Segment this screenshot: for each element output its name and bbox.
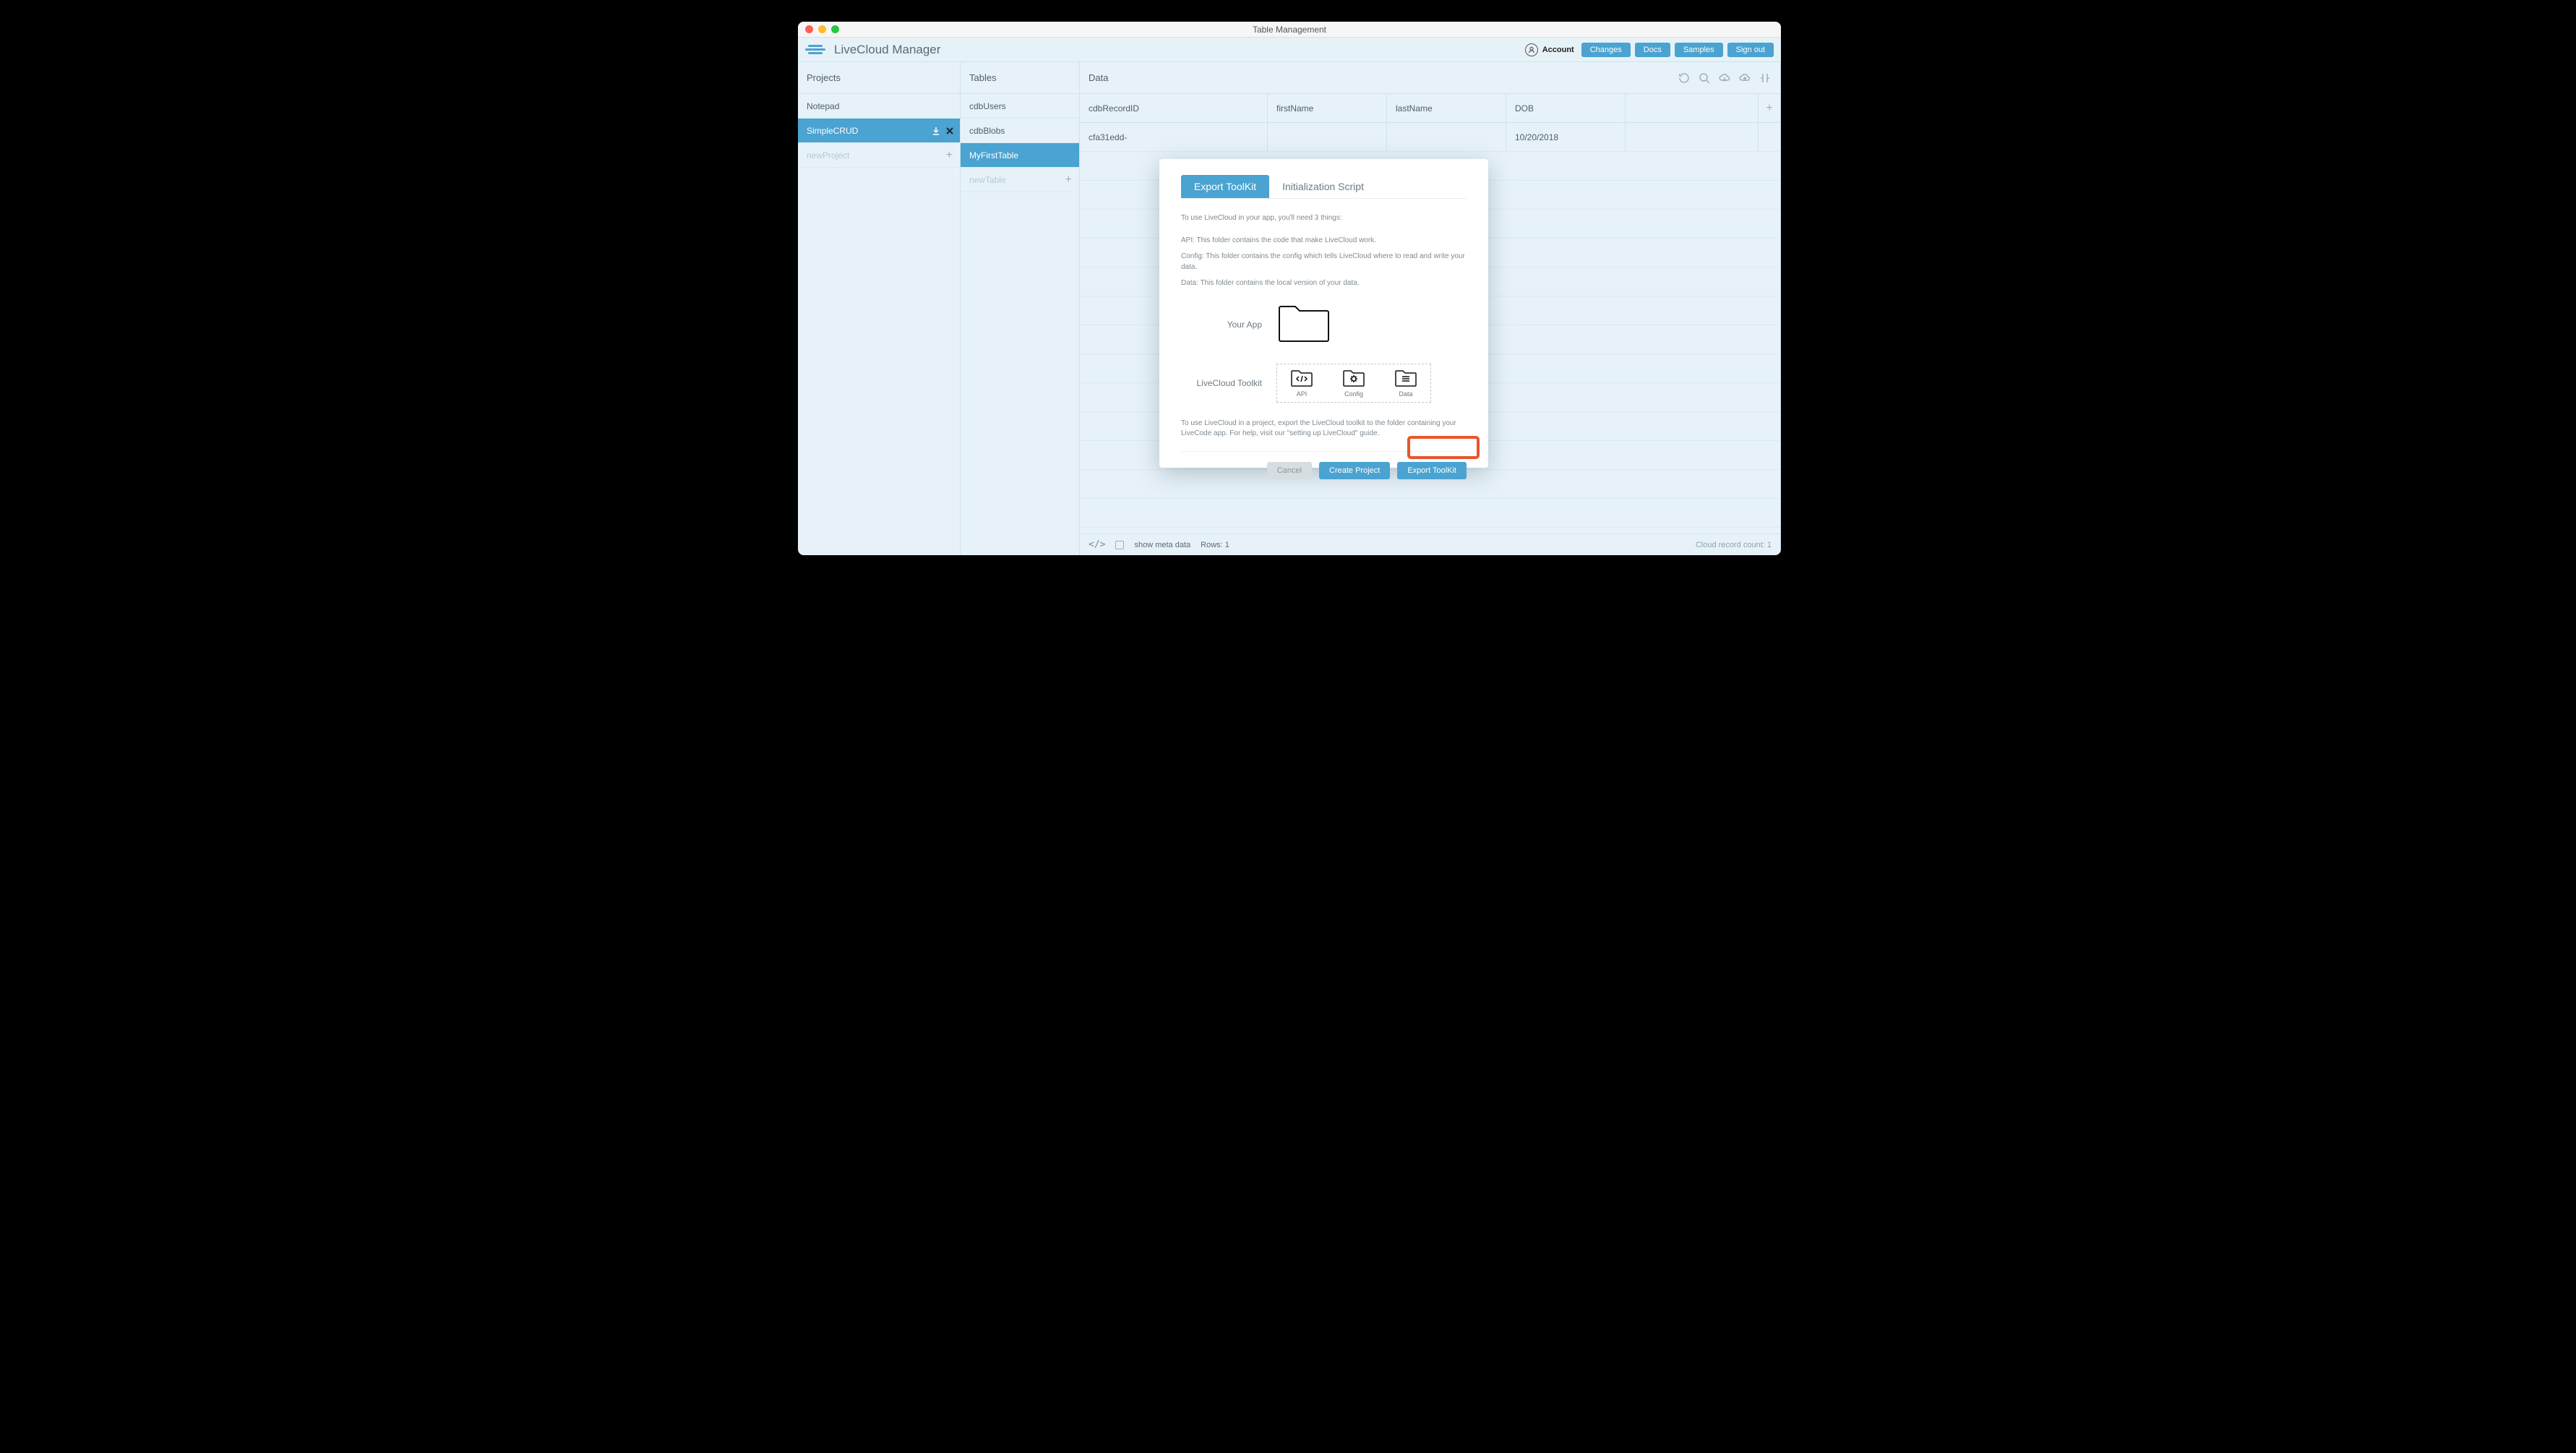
projects-column: Projects Notepad SimpleCRUD newProject +: [798, 62, 961, 555]
cloud-download-icon[interactable]: [1718, 72, 1731, 85]
tables-column: Tables cdbUsers cdbBlobs MyFirstTable newTa…: [961, 62, 1080, 555]
table-cell[interactable]: cfa31edd-: [1080, 123, 1268, 151]
signout-button[interactable]: Sign out: [1727, 43, 1774, 57]
table-row[interactable]: cfa31edd- 10/20/2018: [1080, 123, 1780, 152]
toolkit-label: LiveCloud Toolkit: [1181, 378, 1262, 388]
account-label[interactable]: Account: [1542, 46, 1574, 54]
diagram-toolkit: LiveCloud Toolkit API Config: [1181, 364, 1467, 403]
tables-header: Tables: [961, 62, 1079, 94]
project-item-label: Notepad: [807, 101, 839, 111]
rows-count: Rows: 1: [1201, 541, 1229, 549]
toolkit-data: Data: [1391, 369, 1420, 398]
export-toolkit-button[interactable]: Export ToolKit: [1397, 462, 1467, 479]
data-header-label: Data: [1089, 72, 1108, 83]
download-icon[interactable]: [931, 126, 941, 136]
projects-header: Projects: [798, 62, 960, 94]
logo-icon: [805, 43, 827, 56]
columns-icon[interactable]: [1759, 72, 1772, 85]
modal-line-data: Data: This folder contains the local ver…: [1181, 278, 1467, 289]
close-icon[interactable]: [945, 127, 954, 135]
add-table-icon[interactable]: +: [1065, 173, 1072, 187]
add-column-icon[interactable]: +: [1759, 94, 1780, 122]
modal-tabs: Export ToolKit Initialization Script: [1181, 175, 1467, 199]
samples-button[interactable]: Samples: [1675, 43, 1723, 57]
column-header[interactable]: cdbRecordID: [1080, 94, 1268, 122]
tables-list: cdbUsers cdbBlobs MyFirstTable newTable +: [961, 94, 1079, 555]
modal-intro-text: To use LiveCloud in your app, you'll nee…: [1181, 213, 1467, 224]
diagram-your-app: Your App: [1181, 302, 1467, 348]
cancel-button[interactable]: Cancel: [1267, 462, 1312, 479]
table-item-label: MyFirstTable: [969, 150, 1018, 160]
tab-initialization-script[interactable]: Initialization Script: [1269, 175, 1377, 198]
data-footer: </> show meta data Rows: 1 Cloud record …: [1080, 533, 1780, 555]
grid-header-row: cdbRecordIDfirstNamelastNameDOB +: [1080, 94, 1780, 123]
table-item-label: cdbUsers: [969, 101, 1006, 111]
your-app-label: Your App: [1181, 320, 1262, 330]
column-header[interactable]: DOB: [1506, 94, 1626, 122]
toolkit-box: API Config Data: [1276, 364, 1431, 403]
export-toolkit-modal: Export ToolKit Initialization Script To …: [1159, 159, 1488, 468]
project-item-label: newProject: [807, 150, 849, 160]
highlight-ring: [1407, 436, 1480, 459]
config-folder-icon: [1342, 369, 1365, 387]
project-item[interactable]: newProject +: [798, 143, 960, 168]
add-project-icon[interactable]: +: [946, 149, 953, 162]
toolkit-api: API: [1287, 369, 1316, 398]
table-cell[interactable]: 10/20/2018: [1506, 123, 1626, 151]
window-title: Table Management: [798, 25, 1781, 35]
table-cell[interactable]: [1387, 123, 1506, 151]
cloud-upload-icon[interactable]: [1738, 72, 1751, 85]
create-project-button[interactable]: Create Project: [1319, 462, 1390, 479]
toolkit-api-label: API: [1297, 390, 1308, 398]
data-header: Data: [1080, 62, 1780, 94]
titlebar: Table Management: [798, 22, 1781, 38]
project-item[interactable]: Notepad: [798, 94, 960, 119]
api-folder-icon: [1290, 369, 1313, 387]
table-cell[interactable]: [1268, 123, 1387, 151]
tab-export-toolkit[interactable]: Export ToolKit: [1181, 175, 1269, 198]
folder-icon: [1276, 302, 1331, 348]
show-meta-checkbox[interactable]: [1115, 541, 1124, 549]
toolkit-data-label: Data: [1399, 390, 1412, 398]
column-header[interactable]: lastName: [1387, 94, 1506, 122]
modal-line-config: Config: This folder contains the config …: [1181, 252, 1467, 273]
project-item-label: SimpleCRUD: [807, 126, 858, 136]
table-item[interactable]: newTable +: [961, 168, 1079, 192]
toolkit-config: Config: [1339, 369, 1368, 398]
account-icon[interactable]: [1525, 43, 1538, 56]
table-item-label: cdbBlobs: [969, 126, 1005, 136]
changes-button[interactable]: Changes: [1581, 43, 1631, 57]
window-zoom-dot[interactable]: [831, 25, 839, 33]
modal-line-api: API: This folder contains the code that …: [1181, 236, 1467, 247]
app-title: LiveCloud Manager: [834, 43, 940, 57]
table-item[interactable]: cdbBlobs: [961, 119, 1079, 143]
window-minimize-dot[interactable]: [818, 25, 826, 33]
table-item[interactable]: MyFirstTable: [961, 143, 1079, 168]
app-header: LiveCloud Manager Account Changes Docs S…: [798, 38, 1781, 62]
column-spacer: [1626, 94, 1759, 122]
docs-button[interactable]: Docs: [1635, 43, 1670, 57]
refresh-icon[interactable]: [1678, 72, 1691, 85]
search-icon[interactable]: [1698, 72, 1711, 85]
table-item-label: newTable: [969, 175, 1006, 185]
code-icon[interactable]: </>: [1089, 539, 1105, 550]
cloud-record-count: Cloud record count: 1: [1696, 541, 1772, 549]
project-item[interactable]: SimpleCRUD: [798, 119, 960, 143]
app-window: Table Management LiveCloud Manager Accou…: [798, 22, 1781, 555]
data-folder-icon: [1394, 369, 1417, 387]
window-close-dot[interactable]: [805, 25, 813, 33]
column-header[interactable]: firstName: [1268, 94, 1387, 122]
show-meta-label[interactable]: show meta data: [1134, 541, 1190, 549]
table-item[interactable]: cdbUsers: [961, 94, 1079, 119]
toolkit-config-label: Config: [1344, 390, 1363, 398]
modal-outro-text: To use LiveCloud in a project, export th…: [1181, 419, 1467, 440]
projects-list: Notepad SimpleCRUD newProject +: [798, 94, 960, 555]
